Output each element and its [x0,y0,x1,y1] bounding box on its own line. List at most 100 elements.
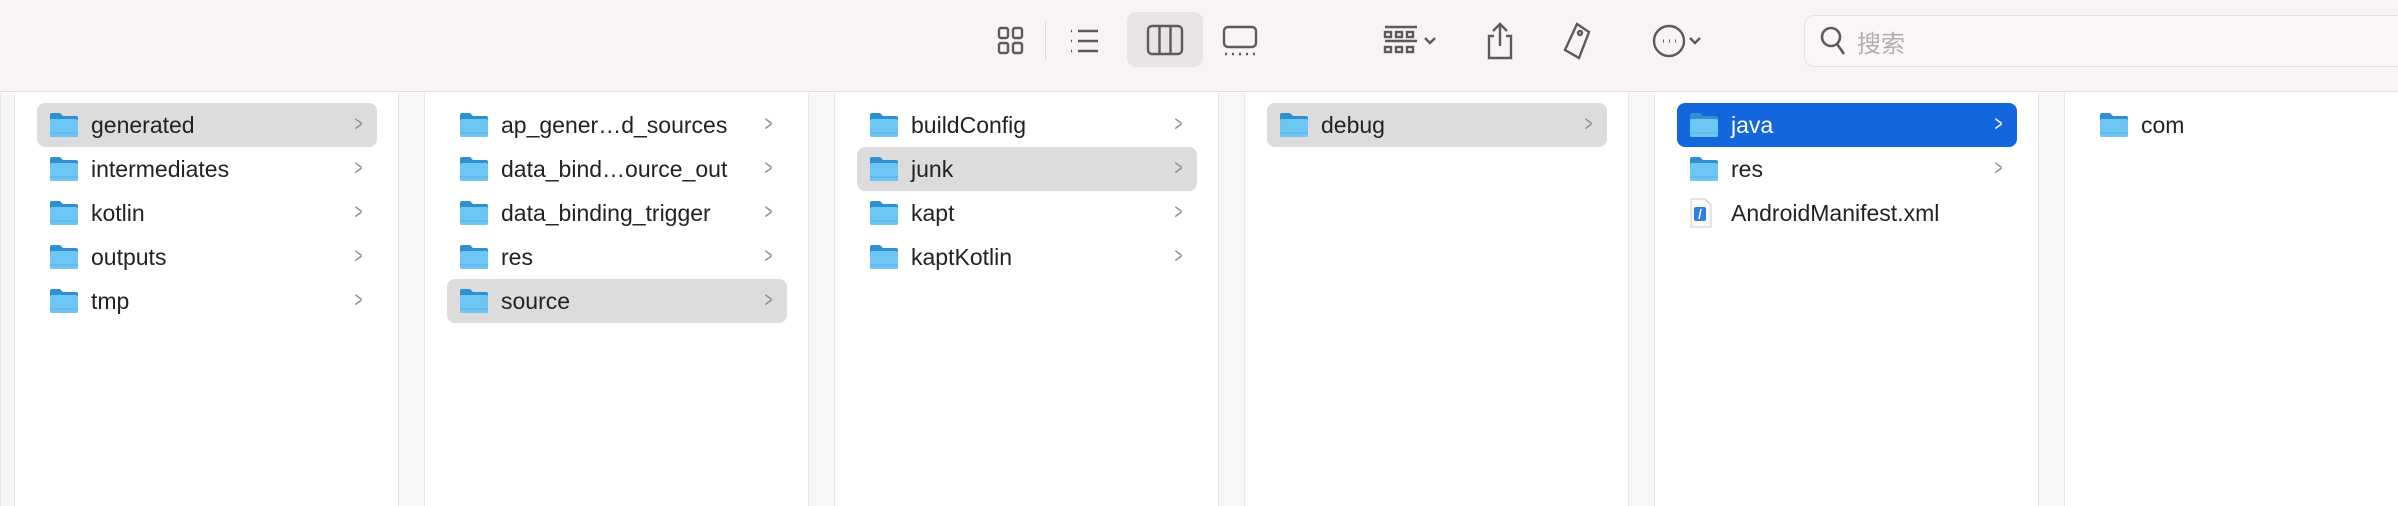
list-item[interactable]: data_binding_trigger > [447,191,787,235]
chevron-right-icon: > [354,199,363,224]
folder-icon [459,200,489,226]
chevron-right-icon: > [354,287,363,312]
column-resize-handle[interactable] [1218,93,1245,506]
list-item[interactable]: AndroidManifest.xml [1677,191,2017,235]
folder-icon [2099,112,2129,138]
chevron-right-icon: > [764,243,773,268]
item-label: res [1731,155,1763,182]
column-4: debug > [1245,93,1628,506]
list-item[interactable]: source > [447,279,787,323]
chevron-right-icon: > [1584,111,1593,136]
column-5: java > res > AndroidManifest.xml [1655,93,2038,506]
share-icon [1487,22,1513,60]
list-item[interactable]: debug > [1267,103,1607,147]
column-resize-handle[interactable] [398,93,425,506]
chevron-right-icon: > [1994,111,2003,136]
item-label: kapt [911,199,955,226]
chevron-down-icon [1689,37,1701,45]
group-button[interactable] [1370,20,1450,62]
list-item[interactable]: buildConfig > [857,103,1197,147]
list-item[interactable]: junk > [857,147,1197,191]
search-placeholder: 搜索 [1857,30,1905,58]
folder-icon [1689,112,1719,138]
chevron-right-icon: > [354,243,363,268]
folder-icon [1689,156,1719,182]
chevron-right-icon: > [1174,111,1183,136]
more-button[interactable] [1638,20,1716,62]
share-button[interactable] [1480,20,1520,62]
list-item[interactable]: intermediates > [37,147,377,191]
chevron-right-icon: > [354,155,363,180]
folder-icon [49,112,79,138]
item-label: intermediates [91,155,230,182]
list-item[interactable]: generated > [37,103,377,147]
folder-icon [459,156,489,182]
column-3: buildConfig > junk > kapt > kaptKotlin > [835,93,1218,506]
tag-icon [1563,22,1591,60]
gallery-view-icon [1222,25,1258,56]
folder-icon [459,288,489,314]
item-label: data_binding_trigger [501,199,711,226]
list-item[interactable]: kotlin > [37,191,377,235]
search-field[interactable]: 搜索 [1804,15,2398,67]
item-label: data_bind…ource_out [501,155,728,182]
chevron-right-icon: > [1174,243,1183,268]
list-item[interactable]: ap_gener…d_sources > [447,103,787,147]
list-view-button[interactable] [1062,20,1106,62]
list-item[interactable]: outputs > [37,235,377,279]
item-label: com [2141,111,2185,138]
list-view-icon [1071,29,1098,53]
column-view-icon [1146,24,1184,55]
gallery-view-button[interactable] [1218,20,1262,62]
chevron-right-icon: > [1174,199,1183,224]
column-resize-handle[interactable] [1628,93,1655,506]
folder-icon [869,244,899,270]
column-1: generated > intermediates > kotlin > outputs > t… [15,93,398,506]
item-label: buildConfig [911,111,1027,138]
column-view-button[interactable] [1127,12,1203,67]
list-item[interactable]: kaptKotlin > [857,235,1197,279]
chevron-right-icon: > [764,111,773,136]
folder-icon [869,112,899,138]
folder-icon [49,288,79,314]
item-label: kaptKotlin [911,243,1013,270]
column-2: ap_gener…d_sources > data_bind…ource_out > d… [425,93,808,506]
item-label: tmp [91,287,130,314]
list-item[interactable]: data_bind…ource_out > [447,147,787,191]
chevron-right-icon: > [1174,155,1183,180]
list-item[interactable]: com [2087,103,2398,147]
column-resize-handle[interactable] [2038,93,2065,506]
folder-icon [1279,112,1309,138]
list-item[interactable]: res > [1677,147,2017,191]
column-6: com [2065,93,2385,506]
item-label: AndroidManifest.xml [1731,199,1940,226]
folder-icon [49,244,79,270]
search-icon [1820,26,1846,55]
more-icon [1652,24,1686,58]
column-resize-handle[interactable] [808,93,835,506]
divider [1045,22,1046,60]
folder-icon [459,244,489,270]
item-label: generated [91,111,195,138]
chevron-right-icon: > [764,199,773,224]
item-label: source [501,287,571,314]
folder-icon [869,156,899,182]
xml-file-icon [1689,198,1719,228]
folder-icon [869,200,899,226]
toolbar: 搜索 [0,0,2398,92]
folder-icon [49,156,79,182]
list-item[interactable]: kapt > [857,191,1197,235]
item-label: outputs [91,243,167,270]
chevron-right-icon: > [764,155,773,180]
list-item[interactable]: tmp > [37,279,377,323]
item-label: java [1731,111,1774,138]
list-item[interactable]: res > [447,235,787,279]
folder-icon [49,200,79,226]
icon-view-button[interactable] [990,20,1032,62]
folder-icon [459,112,489,138]
tag-button[interactable] [1555,20,1597,62]
column-resize-handle[interactable] [0,93,15,506]
item-label: kotlin [91,199,145,226]
chevron-down-icon [1424,37,1436,45]
list-item[interactable]: java > [1677,103,2017,147]
